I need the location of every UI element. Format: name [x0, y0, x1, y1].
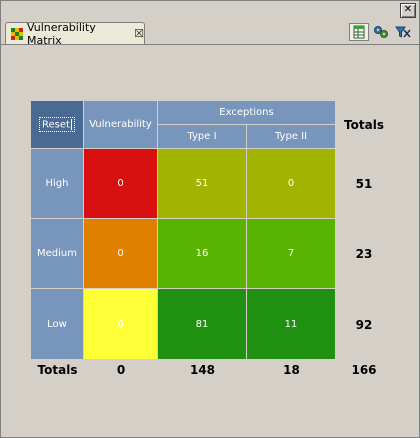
total-medium: 23 — [355, 247, 373, 261]
cell-high-vulnerability[interactable]: 0 — [84, 149, 158, 219]
matrix-grid-icon — [11, 27, 23, 40]
cell-medium-type1[interactable]: 16 — [158, 219, 247, 289]
cell-low-vulnerability[interactable]: 0 — [84, 289, 158, 360]
filter-remove-icon — [395, 26, 411, 38]
tab-close-icon[interactable]: ☒ — [134, 27, 144, 40]
tab-row: Vulnerability Matrix ☒ — [1, 20, 419, 47]
totals-row-label: Totals — [37, 363, 78, 377]
cell-low-type1[interactable]: 81 — [158, 289, 247, 360]
cell-high-type1[interactable]: 51 — [158, 149, 247, 219]
total-type1: 148 — [189, 363, 216, 377]
vulnerability-matrix-window: ✕ Vulnerability Matrix ☒ Reset Vulnerabi… — [0, 0, 420, 438]
total-low: 92 — [355, 317, 373, 332]
gears-icon — [374, 26, 388, 38]
exceptions-column-header[interactable]: Exceptions — [158, 101, 336, 125]
settings-view-button[interactable] — [371, 23, 391, 41]
window-close-button[interactable]: ✕ — [400, 3, 416, 18]
spreadsheet-icon — [353, 25, 365, 39]
total-vulnerability: 0 — [116, 363, 126, 377]
tab-vulnerability-matrix[interactable]: Vulnerability Matrix ☒ — [5, 20, 145, 47]
vulnerability-column-header[interactable]: Vulnerability — [84, 101, 158, 149]
type1-column-header[interactable]: Type I — [158, 125, 247, 149]
view-toolbar — [349, 23, 413, 41]
cell-medium-type2[interactable]: 7 — [247, 219, 336, 289]
reset-header-cell: Reset — [31, 101, 84, 149]
cell-medium-vulnerability[interactable]: 0 — [84, 219, 158, 289]
spreadsheet-view-button[interactable] — [349, 23, 369, 41]
type2-column-header[interactable]: Type II — [247, 125, 336, 149]
reset-button[interactable]: Reset — [39, 116, 75, 133]
title-bar: ✕ — [1, 1, 419, 19]
total-type2: 18 — [283, 363, 300, 377]
row-label-high[interactable]: High — [31, 149, 84, 219]
totals-column-header: Totals — [344, 118, 384, 132]
cell-high-type2[interactable]: 0 — [247, 149, 336, 219]
total-high: 51 — [355, 177, 373, 191]
reset-label: Reset — [42, 119, 70, 131]
matrix-panel: Reset Vulnerability Exceptions Type I Ty… — [7, 45, 413, 431]
grand-total: 166 — [351, 363, 377, 377]
tab-label: Vulnerability Matrix — [27, 20, 96, 47]
filter-clear-button[interactable] — [393, 23, 413, 41]
cell-low-type2[interactable]: 11 — [247, 289, 336, 360]
row-label-low[interactable]: Low — [31, 289, 84, 360]
row-label-medium[interactable]: Medium — [31, 219, 84, 289]
